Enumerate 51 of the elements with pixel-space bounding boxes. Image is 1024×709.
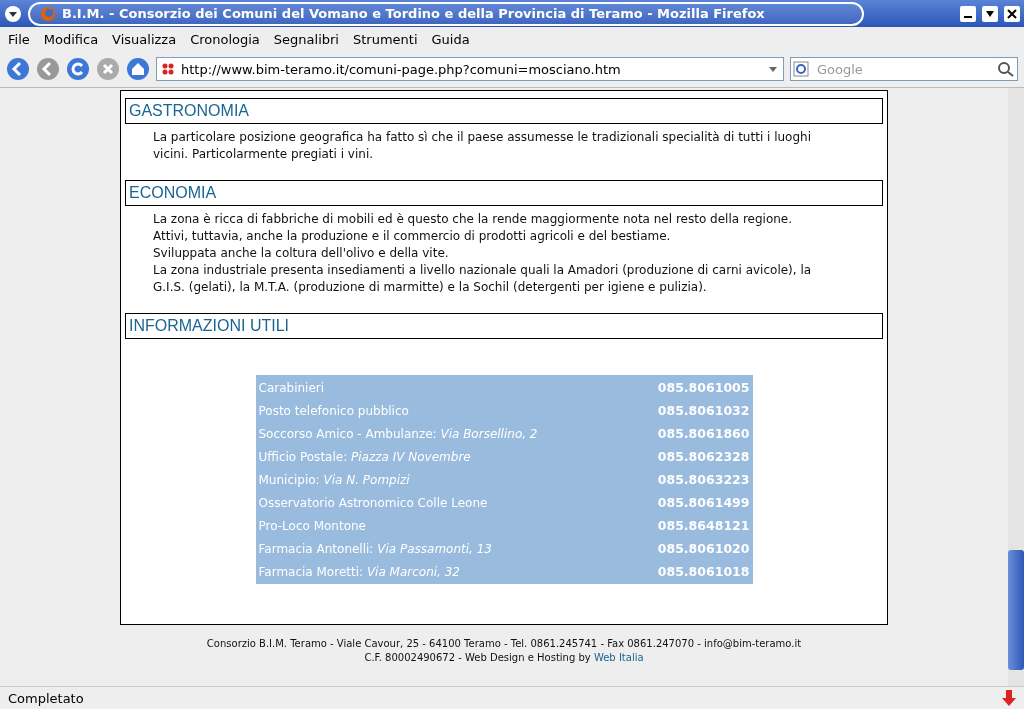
search-engine-icon[interactable]: [793, 61, 811, 77]
menu-item[interactable]: Segnalibri: [273, 31, 339, 47]
menu-item[interactable]: Cronologia: [190, 31, 260, 47]
search-icon[interactable]: [997, 61, 1015, 77]
contact-name: Soccorso Amico - Ambulanze: Via Borsellino, 2: [258, 426, 538, 441]
menu-item[interactable]: File: [8, 31, 30, 47]
reload-icon[interactable]: [66, 57, 90, 81]
paragraph: La particolare posizione geografica ha fatto sì che il paese assumesse le tradizionali specialità di tutti i luoghi vicini. Particolarmente pregiati i vini.: [152, 129, 812, 163]
search-field[interactable]: Google: [790, 57, 1018, 81]
phone-number: 085.8062328: [657, 449, 750, 464]
back-icon[interactable]: [6, 57, 30, 81]
menu-item[interactable]: Guida: [431, 31, 470, 47]
address-field[interactable]: http://www.bim-teramo.it/comuni-page.php?comuni=mosciano.htm: [156, 57, 784, 81]
contact-name: Ufficio Postale: Piazza IV Novembre: [258, 449, 471, 464]
section-heading: ECONOMIA: [125, 180, 883, 206]
menu-item[interactable]: Modifica: [43, 31, 99, 47]
phone-number: 085.8061499: [657, 495, 750, 510]
footer-text: Consorzio B.I.M. Teramo - Viale Cavour, 25 - 64100 Teramo - Tel. 0861.245741 - Fax 0861.247070 - info@bim-teramo.it: [206, 637, 802, 651]
paragraph: Sviluppata anche la coltura dell'olivo e della vite.: [152, 245, 450, 262]
contact-name: Pro-Loco Montone: [258, 518, 366, 533]
contact-name: Carabinieri: [258, 380, 325, 395]
section-heading: INFORMAZIONI UTILI: [125, 313, 883, 339]
home-icon[interactable]: [126, 57, 150, 81]
footer-link[interactable]: Web Italia: [593, 652, 644, 663]
paragraph: La zona industriale presenta insediamenti a livello nazionale quali la Amadori (produzione di carni avicole), la G.I.S. (gelati), la M.T.A. (produzione di marmitte) e la Sochil (detergenti per igiene e pulizia).: [152, 262, 813, 296]
download-arrow-icon: [1002, 690, 1016, 706]
status-text: Completato: [8, 690, 84, 706]
minimize-icon[interactable]: [960, 5, 976, 22]
window-menu-icon[interactable]: [4, 4, 22, 23]
phone-number: 085.8061005: [657, 380, 750, 395]
phone-number: 085.8061032: [657, 403, 750, 418]
scrollbar[interactable]: [1008, 88, 1024, 686]
menu-item[interactable]: Strumenti: [353, 31, 418, 47]
phone-number: 085.8063223: [657, 472, 750, 487]
contact-name: Municipio: Via N. Pompizi: [258, 472, 410, 487]
phone-number: 085.8648121: [657, 518, 750, 533]
phone-number: 085.8061860: [657, 426, 750, 441]
section-heading: GASTRONOMIA: [125, 98, 883, 124]
phone-number: 085.8061020: [657, 541, 750, 556]
close-icon[interactable]: [1004, 5, 1020, 22]
menu-item[interactable]: Visualizza: [112, 31, 177, 47]
window-title: B.I.M. - Consorzio dei Comuni del Vomano e Tordino e della Provincia di Teramo - Mozilla Firefox: [62, 6, 765, 21]
contact-name: Posto telefonico pubblico: [258, 403, 409, 418]
footer-text: C.F. 80002490672 - Web Design e Hosting by: [364, 652, 591, 663]
paragraph: La zona è ricca di fabbriche di mobili ed è questo che la rende maggiormente nota nel resto della regione. Attivi, tuttavia, anche la produzione e il commercio di prodotti agricoli e del bestiame.: [152, 211, 794, 245]
contact-name: Farmacia Antonelli: Via Passamonti, 13: [258, 541, 492, 556]
contact-name: Farmacia Moretti: Via Marconi, 32: [258, 564, 460, 579]
site-icon: [161, 62, 175, 76]
browser-logo-icon: [40, 5, 56, 22]
phone-number: 085.8061018: [657, 564, 750, 579]
contact-name: Osservatorio Astronomico Colle Leone: [258, 495, 488, 510]
